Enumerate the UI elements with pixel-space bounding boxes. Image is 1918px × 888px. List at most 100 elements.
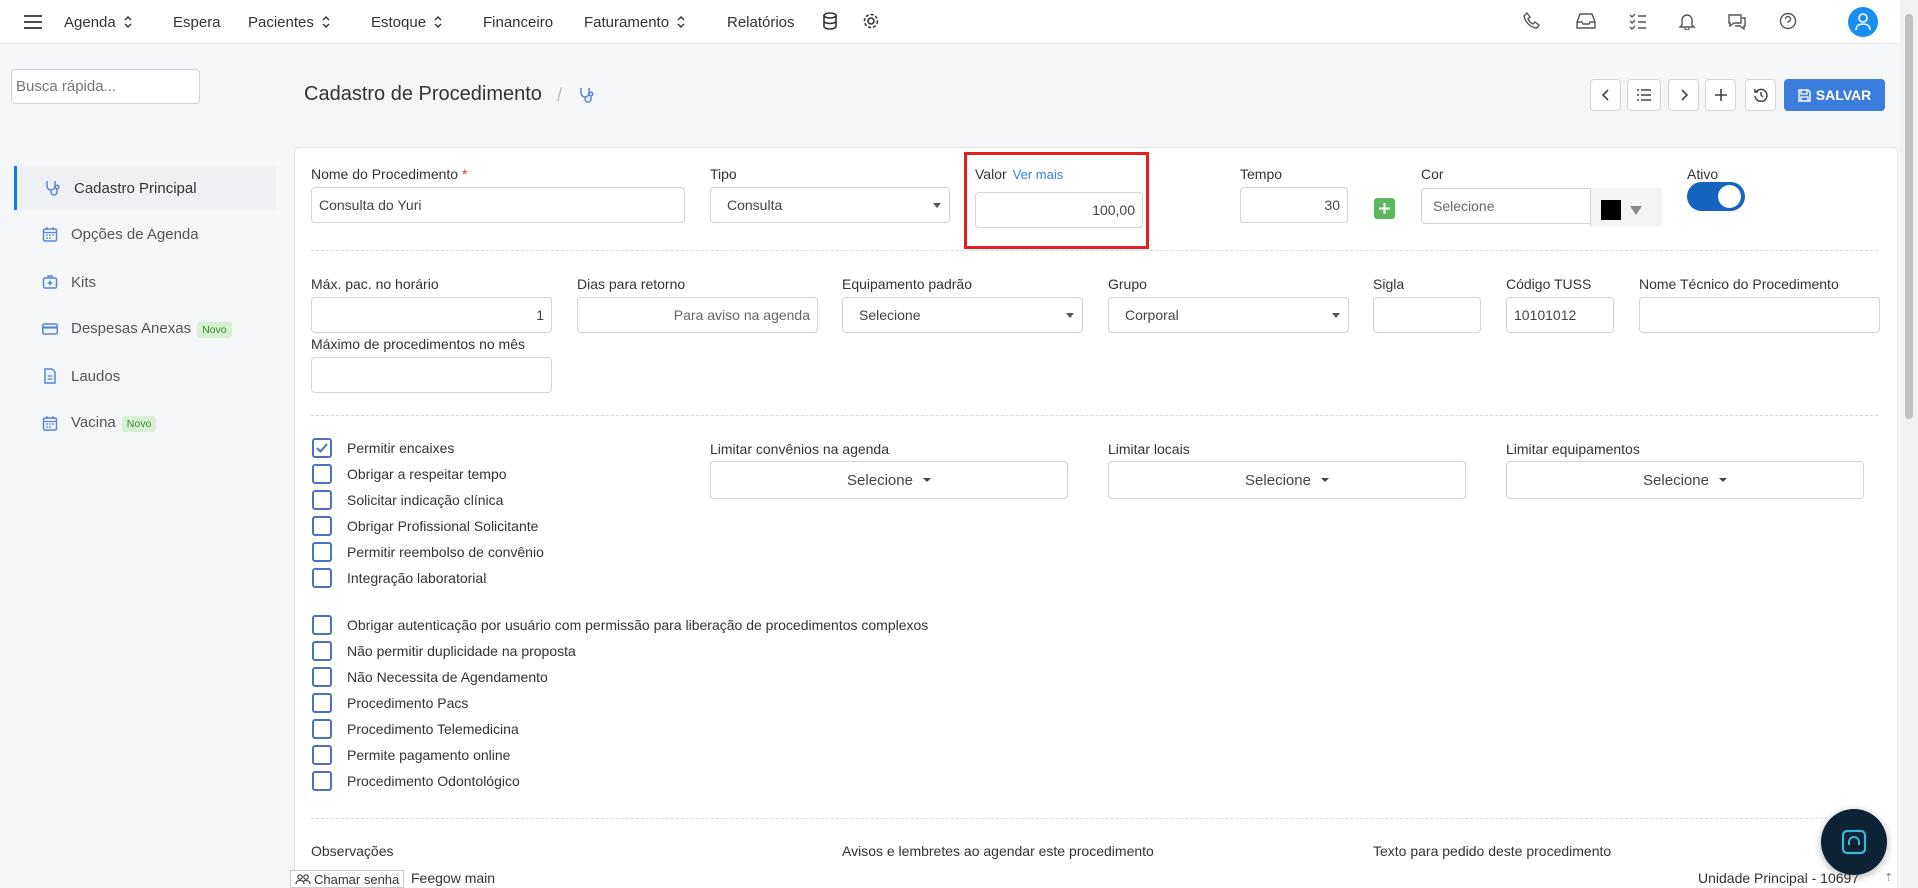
save-button[interactable]: SALVAR <box>1784 79 1885 111</box>
history-button[interactable] <box>1745 79 1776 111</box>
help-icon[interactable] <box>1779 12 1799 32</box>
floating-action-button[interactable] <box>1821 809 1887 875</box>
cor-placeholder: Selecione <box>1433 198 1495 214</box>
max-pac-label: Máx. pac. no horário <box>311 276 439 292</box>
checkbox[interactable] <box>312 542 332 562</box>
checkbox[interactable] <box>312 719 332 739</box>
add-tempo-button[interactable] <box>1374 198 1395 219</box>
next-button[interactable] <box>1668 79 1699 111</box>
nav-pacientes[interactable]: Pacientes <box>248 0 330 44</box>
checkbox-label: Obrigar Profissional Solicitante <box>347 518 539 534</box>
ativo-toggle[interactable] <box>1687 182 1745 211</box>
sidebar-item-cadastro-principal[interactable]: Cadastro Principal <box>14 166 276 210</box>
grupo-value: Corporal <box>1125 307 1179 323</box>
task-list-icon[interactable] <box>1629 12 1649 32</box>
save-button-label: SALVAR <box>1815 87 1872 103</box>
checkbox[interactable] <box>312 667 332 687</box>
dias-retorno-input[interactable]: Para aviso na agenda <box>577 297 818 333</box>
calendar-icon <box>42 226 58 242</box>
chevron-left-icon <box>1601 89 1609 101</box>
tipo-label: Tipo <box>710 166 737 182</box>
sidebar-item-despesas-anexas[interactable]: Despesas Anexas Novo <box>14 307 276 351</box>
chamar-senha-button[interactable]: Chamar senha <box>290 870 405 888</box>
tipo-value: Consulta <box>727 197 783 213</box>
equipamento-select[interactable]: Selecione <box>842 297 1083 333</box>
phone-icon[interactable] <box>1523 12 1543 32</box>
limitar-convenios-dropdown[interactable]: Selecione <box>710 461 1068 499</box>
tipo-select[interactable]: Consulta <box>710 187 950 223</box>
caret-down-icon <box>1332 313 1340 318</box>
max-mes-input[interactable] <box>311 357 552 393</box>
tuss-label: Código TUSS <box>1506 276 1592 292</box>
checkbox[interactable] <box>312 438 332 458</box>
bell-icon[interactable] <box>1678 12 1698 32</box>
scrollbar-thumb[interactable] <box>1905 14 1913 419</box>
nome-procedimento-input[interactable]: Consulta do Yuri <box>311 187 685 223</box>
checkbox[interactable] <box>312 641 332 661</box>
checkbox[interactable] <box>312 615 332 635</box>
limitar-locais-dropdown[interactable]: Selecione <box>1108 461 1466 499</box>
sidebar-item-vacina[interactable]: Vacina Novo <box>14 401 276 445</box>
sidebar-item-label: Laudos <box>71 367 121 385</box>
nav-financeiro-label: Financeiro <box>483 13 554 31</box>
unit-label: Unidade Principal - 10697 <box>1698 870 1860 886</box>
max-pac-input[interactable]: 1 <box>311 297 552 333</box>
nav-estoque[interactable]: Estoque <box>371 0 442 44</box>
inbox-icon[interactable] <box>1576 12 1596 32</box>
checkbox-label: Obrigar autenticação por usuário com per… <box>347 617 929 633</box>
document-icon <box>42 368 58 384</box>
nav-faturamento[interactable]: Faturamento <box>584 0 685 44</box>
checkbox-label: Não permitir duplicidade na proposta <box>347 643 576 659</box>
sort-chevrons-icon <box>322 16 330 28</box>
nav-agenda[interactable]: Agenda <box>64 0 132 44</box>
nav-espera[interactable]: Espera <box>173 0 221 44</box>
sidebar-item-label: Despesas Anexas Novo <box>71 320 232 338</box>
tuss-input[interactable]: 10101012 <box>1506 297 1614 333</box>
checkbox[interactable] <box>312 490 332 510</box>
nome-label: Nome do Procedimento * <box>311 166 467 182</box>
caret-down-icon <box>1320 478 1329 482</box>
checkbox[interactable] <box>312 693 332 713</box>
previous-button[interactable] <box>1590 79 1621 111</box>
nav-relatorios[interactable]: Relatórios <box>727 0 795 44</box>
sidebar-item-kits[interactable]: Kits <box>14 260 276 304</box>
chat-icon[interactable] <box>1727 12 1747 32</box>
scroll-top-icon[interactable]: ⇡ <box>1884 871 1893 884</box>
gear-icon[interactable] <box>862 12 882 32</box>
plus-icon <box>1714 89 1727 101</box>
checkbox[interactable] <box>312 464 332 484</box>
toggle-knob <box>1718 185 1741 208</box>
list-button[interactable] <box>1627 79 1661 111</box>
quick-search-input[interactable] <box>11 69 200 104</box>
section-divider <box>311 818 1878 819</box>
limitar-convenios-label: Limitar convênios na agenda <box>710 441 890 457</box>
database-icon[interactable] <box>822 12 842 32</box>
page-scrollbar[interactable] <box>1900 0 1918 888</box>
checkbox[interactable] <box>312 568 332 588</box>
required-marker: * <box>461 166 468 182</box>
limitar-equipamentos-value: Selecione <box>1643 471 1709 489</box>
section-divider <box>311 250 1878 251</box>
sidebar-item-text: Vacina <box>71 414 116 432</box>
grupo-select[interactable]: Corporal <box>1108 297 1349 333</box>
hamburger-menu-icon[interactable] <box>24 0 42 44</box>
ativo-label: Ativo <box>1687 166 1719 182</box>
tempo-input[interactable]: 30 <box>1240 187 1348 223</box>
sigla-input[interactable] <box>1373 297 1481 333</box>
user-avatar[interactable] <box>1848 7 1878 37</box>
add-button[interactable] <box>1705 79 1736 111</box>
nome-tecnico-label: Nome Técnico do Procedimento <box>1639 276 1839 292</box>
checkbox[interactable] <box>312 745 332 765</box>
sidebar-item-laudos[interactable]: Laudos <box>14 354 276 398</box>
nome-tecnico-input[interactable] <box>1639 297 1880 333</box>
breadcrumb-separator: / <box>557 85 563 105</box>
sidebar-item-opcoes-agenda[interactable]: Opções de Agenda <box>14 212 276 256</box>
nav-faturamento-label: Faturamento <box>584 13 670 31</box>
footer-bar: Chamar senha Feegow main Unidade Princip… <box>0 868 1900 888</box>
nav-financeiro[interactable]: Financeiro <box>483 0 553 44</box>
plus-icon <box>1379 203 1390 214</box>
checkbox[interactable] <box>312 516 332 536</box>
limitar-equipamentos-dropdown[interactable]: Selecione <box>1506 461 1864 499</box>
checkbox[interactable] <box>312 771 332 791</box>
support-widget-icon <box>1841 829 1867 855</box>
